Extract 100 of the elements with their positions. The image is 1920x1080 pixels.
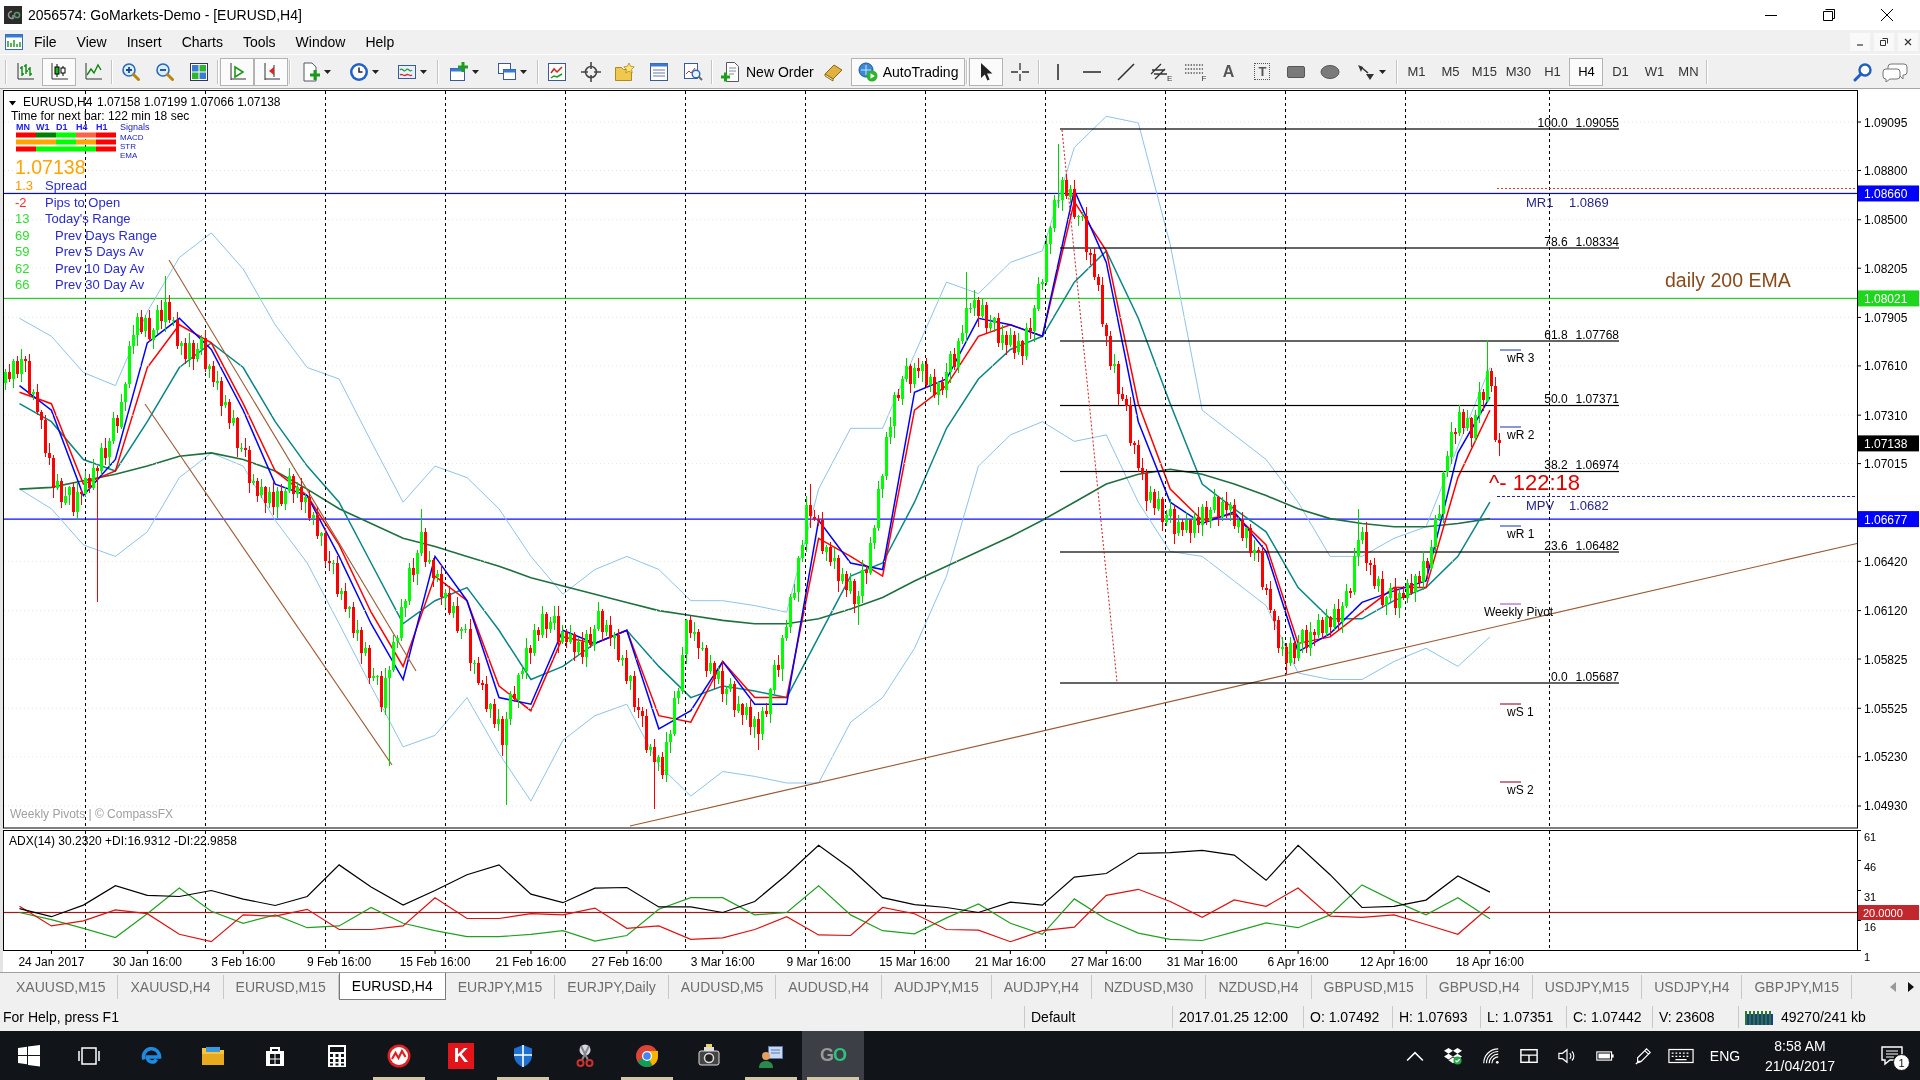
- shield-icon[interactable]: [511, 1043, 535, 1068]
- autotrading-icon[interactable]: [857, 61, 878, 82]
- collapse-triangle-icon[interactable]: [9, 101, 16, 106]
- restore-icon[interactable]: [1880, 38, 1888, 46]
- new-order-icon[interactable]: [721, 61, 741, 82]
- chart-tab[interactable]: EURJPY,M15: [445, 975, 556, 999]
- new-order-button[interactable]: New Order: [714, 57, 821, 86]
- minimize-chart-button[interactable]: [1850, 33, 1870, 51]
- taskbar-app-button[interactable]: GO: [802, 1031, 864, 1080]
- chart-tab[interactable]: AUDUSD,M5: [668, 975, 777, 999]
- volume-icon[interactable]: [1558, 1046, 1576, 1065]
- restore-chart-button[interactable]: [1874, 33, 1894, 51]
- camera-icon[interactable]: [697, 1043, 721, 1068]
- chart-shift-button[interactable]: [254, 57, 288, 86]
- market-watch-icon[interactable]: [547, 61, 567, 82]
- chrome-icon[interactable]: [635, 1043, 659, 1068]
- chart-magnifier-icon[interactable]: [683, 61, 703, 82]
- chart-tab[interactable]: AUDJPY,H4: [991, 975, 1092, 999]
- caret-icon[interactable]: [324, 69, 331, 74]
- chart-circle-icon[interactable]: [387, 1043, 411, 1068]
- chart-tab[interactable]: AUDJPY,M15: [882, 975, 992, 999]
- timeframe-button[interactable]: M5: [1433, 57, 1468, 86]
- menu-item[interactable]: Window: [285, 31, 356, 53]
- menu-item[interactable]: Charts: [171, 31, 233, 53]
- caret-icon[interactable]: [420, 69, 427, 74]
- close-icon[interactable]: [1881, 9, 1893, 21]
- trend-line-icon[interactable]: [1116, 61, 1137, 82]
- cursor-button[interactable]: [969, 57, 1004, 86]
- menu-item[interactable]: Help: [355, 31, 405, 53]
- chart-tab[interactable]: GBPJPY,M15: [1742, 975, 1853, 999]
- dropbox-icon[interactable]: [1444, 1046, 1462, 1065]
- chart-shift-icon[interactable]: [261, 61, 281, 82]
- auto-scroll-icon[interactable]: [227, 61, 247, 82]
- text-tool-button[interactable]: A: [1211, 57, 1246, 86]
- timeframe-button[interactable]: M1: [1399, 57, 1434, 86]
- clock-icon[interactable]: [349, 61, 369, 82]
- chart-tab[interactable]: EURJPY,Daily: [555, 975, 669, 999]
- menu-item[interactable]: View: [66, 31, 117, 53]
- timeframe-button[interactable]: W1: [1637, 57, 1672, 86]
- chart-tab[interactable]: GBPUSD,M15: [1311, 975, 1427, 999]
- menu-item[interactable]: Tools: [232, 31, 286, 53]
- timeframe-button[interactable]: M15: [1467, 57, 1502, 86]
- windows-logo-icon[interactable]: [17, 1043, 41, 1068]
- pen-icon[interactable]: [1634, 1046, 1652, 1065]
- timeframe-button[interactable]: H1: [1535, 57, 1570, 86]
- channel-button[interactable]: E: [1143, 57, 1178, 86]
- zoom-out-icon[interactable]: [155, 61, 175, 82]
- caret-icon[interactable]: [1379, 69, 1387, 74]
- caret-icon[interactable]: [372, 69, 379, 74]
- autotrading-button[interactable]: AutoTrading: [850, 57, 966, 86]
- chart-tab[interactable]: NZDUSD,M30: [1091, 975, 1207, 999]
- line-chart-icon[interactable]: [83, 61, 103, 82]
- chart-tab[interactable]: USDJPY,H4: [1642, 975, 1743, 999]
- target-icon[interactable]: [581, 61, 601, 82]
- chart-tab[interactable]: XAUUSD,H4: [118, 975, 224, 999]
- crosshair-icon[interactable]: [1010, 61, 1031, 82]
- wifi-icon[interactable]: [1482, 1046, 1500, 1065]
- fibonacci-button[interactable]: F: [1177, 57, 1212, 86]
- chart-tab[interactable]: NZDUSD,H4: [1206, 975, 1312, 999]
- caret-icon[interactable]: [472, 69, 479, 74]
- profiles-icon[interactable]: [497, 61, 517, 82]
- chart-tab[interactable]: EURUSD,M15: [223, 975, 339, 999]
- zoom-in-icon[interactable]: [121, 61, 141, 82]
- keyboard-icon[interactable]: [1668, 1046, 1694, 1065]
- timeframe-button[interactable]: H4: [1569, 57, 1604, 86]
- notification-icon[interactable]: [1881, 1045, 1903, 1066]
- taskbar-app-button[interactable]: K: [430, 1031, 492, 1080]
- language-button[interactable]: ENG: [1700, 1031, 1750, 1080]
- stat-label: Pips to Open: [45, 194, 121, 210]
- new-chart-icon[interactable]: [449, 61, 469, 82]
- folder-star-icon[interactable]: [615, 61, 635, 82]
- restore-icon[interactable]: [1823, 9, 1835, 21]
- close-chart-button[interactable]: [1898, 33, 1918, 51]
- window-layout-icon[interactable]: [1520, 1046, 1538, 1065]
- tile-windows-icon[interactable]: [189, 61, 209, 82]
- chart-window-icon[interactable]: [5, 33, 23, 51]
- menu-item[interactable]: File: [24, 31, 67, 53]
- action-center-button[interactable]: 1: [1864, 1031, 1920, 1080]
- timeframe-button[interactable]: D1: [1603, 57, 1638, 86]
- timeframe-button[interactable]: MN: [1671, 57, 1706, 86]
- chat-icon[interactable]: [1882, 61, 1908, 82]
- menu-item[interactable]: Insert: [116, 31, 172, 53]
- candlestick-icon[interactable]: [49, 61, 69, 82]
- terminal-window-icon[interactable]: [649, 61, 669, 82]
- calculator-icon[interactable]: [325, 1043, 349, 1068]
- candlestick-button[interactable]: [42, 57, 76, 86]
- chart-tab[interactable]: AUDUSD,H4: [776, 975, 883, 999]
- chart-tab[interactable]: USDJPY,M15: [1532, 975, 1643, 999]
- chart-tab[interactable]: GBPUSD,H4: [1426, 975, 1533, 999]
- chart-tab[interactable]: EURUSD,H4: [338, 973, 446, 1000]
- add-indicator-icon[interactable]: [301, 61, 321, 82]
- chart-tab[interactable]: XAUUSD,M15: [4, 975, 119, 999]
- bar-chart-icon[interactable]: [15, 61, 35, 82]
- contacts-icon[interactable]: [759, 1043, 783, 1068]
- text-label-button[interactable]: T: [1245, 57, 1280, 86]
- timeframe-button[interactable]: M30: [1501, 57, 1536, 86]
- close-icon[interactable]: [1904, 38, 1912, 46]
- clock-button[interactable]: 8:58 AM 21/04/2017: [1750, 1031, 1850, 1080]
- scroll-right-icon[interactable]: [1908, 982, 1914, 992]
- caret-icon[interactable]: [520, 69, 527, 74]
